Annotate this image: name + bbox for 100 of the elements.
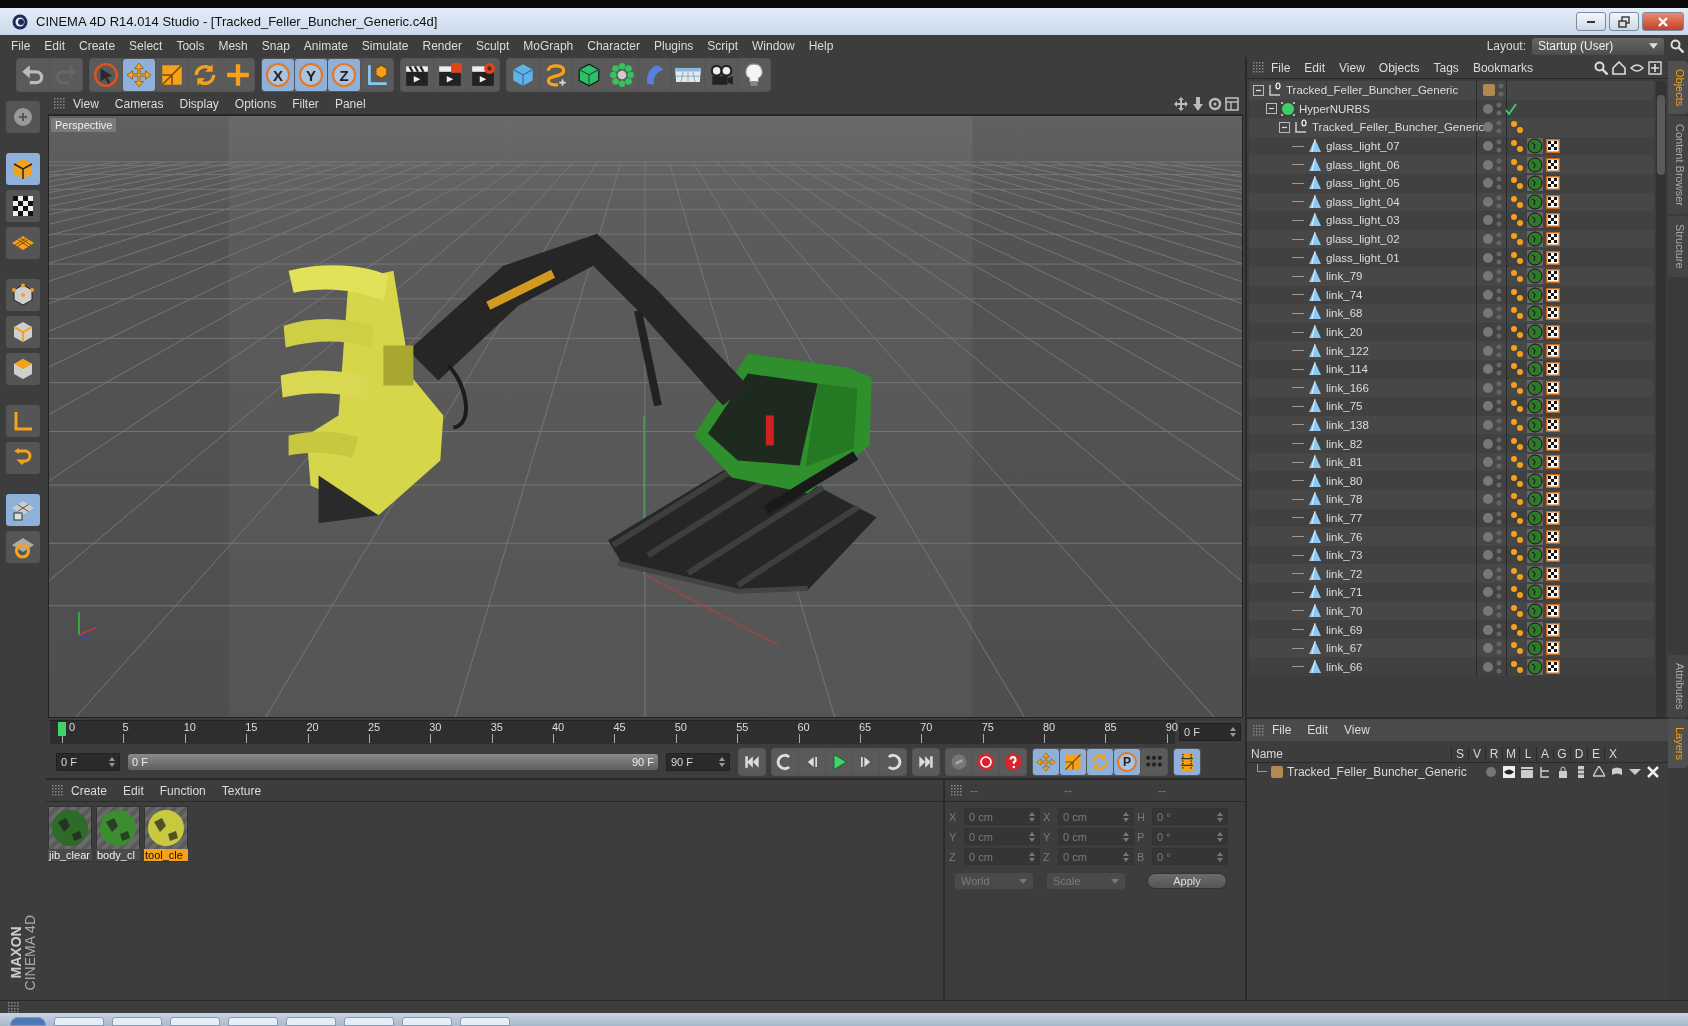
menu-item[interactable]: Edit [1299,723,1337,737]
end-frame-field[interactable]: 90 F [666,753,730,771]
polygons-tool-button[interactable] [6,353,40,385]
snap-tool-button[interactable] [6,531,40,563]
axis-lock-button[interactable]: Z [328,59,360,91]
select-button[interactable] [90,59,122,91]
object-name[interactable]: glass_light_06 [1326,158,1400,171]
column-header[interactable]: G [1553,746,1570,761]
menu-item[interactable]: File [4,39,38,53]
menu-item[interactable]: Snap [254,39,297,53]
menu-item[interactable]: Sculpt [468,39,517,53]
object-name[interactable]: glass_light_01 [1326,251,1400,264]
axis-lock-button[interactable]: Y [295,59,327,91]
help-button[interactable] [1000,749,1026,775]
object-name[interactable]: link_138 [1326,419,1369,431]
undo-button[interactable] [17,59,49,91]
object-name[interactable]: link_80 [1326,474,1363,487]
check-icon[interactable] [1505,102,1517,115]
object-name[interactable]: glass_light_02 [1326,233,1400,246]
object-name[interactable]: link_70 [1326,604,1363,617]
workplane-tool-button[interactable] [6,227,40,259]
edges-tool-button[interactable] [6,316,40,348]
light-button[interactable] [738,59,770,91]
menu-item[interactable]: Texture [213,783,270,798]
column-header[interactable]: E [1587,746,1604,761]
current-frame-field[interactable]: 0 F [1179,723,1241,741]
collapse-icon[interactable] [1279,122,1290,133]
taskbar-button[interactable] [170,1017,220,1026]
menu-item[interactable]: Cameras [106,96,172,111]
side-tab[interactable]: Objects [1668,61,1688,115]
column-header[interactable]: A [1536,746,1553,761]
menu-item[interactable]: View [1336,723,1378,737]
menu-item[interactable]: MoGraph [516,39,581,53]
column-header[interactable]: S [1451,746,1468,761]
axis-lock-button[interactable]: X [262,59,294,91]
layout-dropdown[interactable]: Startup (User) [1532,37,1664,55]
frame-range-slider[interactable]: 0 F 90 F [128,754,658,770]
start-button[interactable] [10,1017,46,1026]
menu-item[interactable]: Filter [284,96,327,111]
object-name[interactable]: link_73 [1326,549,1363,562]
object-name[interactable]: link_66 [1326,660,1363,673]
scale-button[interactable] [1060,749,1086,775]
object-name[interactable]: link_166 [1326,381,1369,394]
menu-item[interactable]: Mesh [211,39,255,53]
play-button[interactable] [826,749,852,775]
object-name[interactable]: link_76 [1326,530,1363,543]
first-button[interactable] [739,749,765,775]
column-header[interactable]: D [1570,746,1587,761]
menu-item[interactable]: Create [63,783,116,798]
taskbar-button[interactable] [112,1017,162,1026]
menu-item[interactable]: File [1264,60,1298,75]
menu-item[interactable]: View [1332,60,1372,75]
menu-item[interactable]: Tools [169,39,212,53]
spline-button[interactable] [540,59,572,91]
dots-button[interactable] [1141,749,1167,775]
menu-item[interactable]: Panel [326,96,374,111]
start-frame-field[interactable]: 0 F [56,753,120,771]
column-header[interactable]: X [1604,746,1621,761]
side-tab[interactable]: Structure [1668,216,1688,277]
nurbs-button[interactable] [573,59,605,91]
3d-viewport[interactable]: Perspective [48,115,1243,718]
restore-button[interactable] [1609,12,1639,31]
column-header[interactable]: R [1485,746,1502,761]
menu-item[interactable]: Create [72,39,123,53]
menu-item[interactable]: Options [226,96,285,111]
material-swatch[interactable]: tool_cle [144,806,188,862]
side-tab[interactable]: Layers [1668,718,1688,768]
menu-item[interactable]: Plugins [646,39,701,53]
column-header[interactable]: M [1502,746,1519,761]
last-button[interactable] [913,749,939,775]
object-name[interactable]: link_75 [1326,400,1363,413]
record-button[interactable] [973,749,999,775]
menu-item[interactable]: Edit [1297,60,1333,75]
taskbar-button[interactable] [286,1017,336,1026]
render-picture-button[interactable] [434,59,466,91]
object-name[interactable]: link_114 [1326,363,1368,376]
menu-item[interactable]: Edit [115,783,152,798]
column-header[interactable]: V [1468,746,1485,761]
layer-name[interactable]: Tracked_Feller_Buncher_Generic [1287,764,1467,780]
object-name[interactable]: link_69 [1326,623,1363,636]
floor-button[interactable] [672,59,704,91]
loop-button[interactable] [880,749,906,775]
object-name[interactable]: glass_light_07 [1326,140,1400,153]
collapse-icon[interactable] [1253,84,1264,96]
object-name[interactable]: glass_light_05 [1326,177,1400,190]
playhead-marker[interactable] [58,722,66,736]
taskbar-button[interactable] [54,1017,104,1026]
column-header[interactable]: L [1519,746,1536,761]
pla-button[interactable]: P [1114,749,1140,775]
object-name[interactable]: link_20 [1326,326,1363,338]
object-name[interactable]: link_74 [1326,288,1363,301]
tweak-tool-button[interactable] [6,442,40,474]
menu-item[interactable]: Window [745,39,802,53]
scale-button[interactable] [156,59,188,91]
camera-button[interactable] [705,59,737,91]
array-button[interactable] [606,59,638,91]
menu-item[interactable]: Simulate [354,39,416,53]
menu-item[interactable]: View [65,96,107,111]
object-name[interactable]: link_78 [1326,493,1363,506]
menu-item[interactable]: Character [580,39,647,53]
